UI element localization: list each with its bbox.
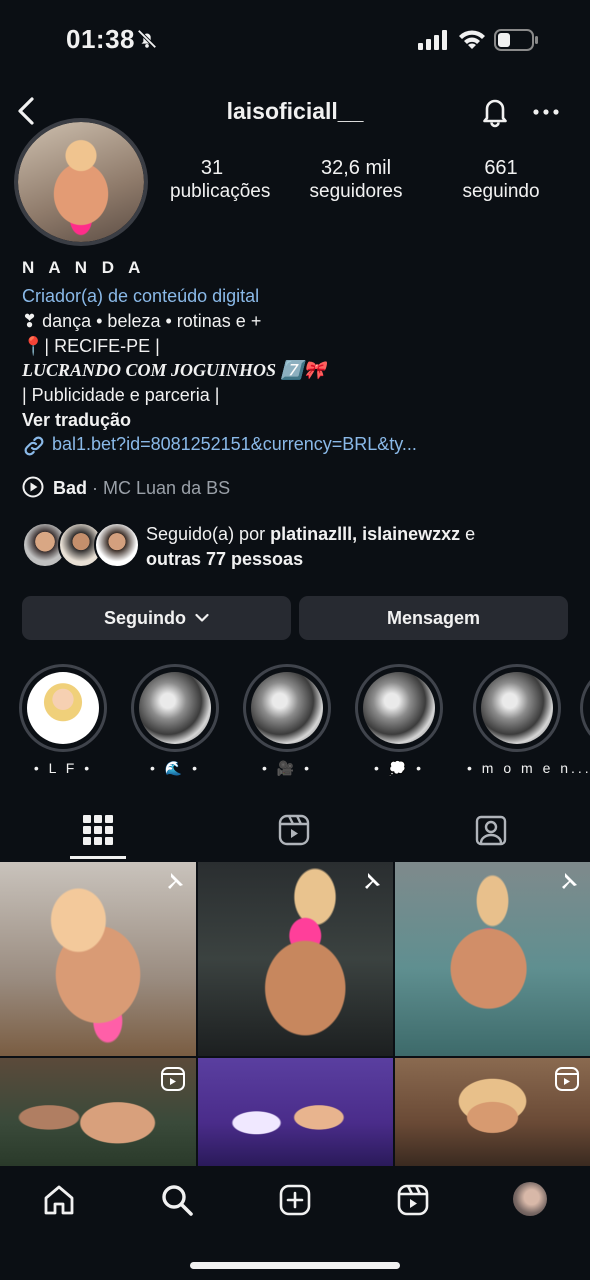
post-thumbnail[interactable]: [198, 1058, 393, 1166]
followed-by-prefix: Seguido(a) por: [146, 524, 271, 544]
reel-icon: [555, 1067, 579, 1091]
followed-by-text[interactable]: Seguido(a) por platinazlll, islainewzxz …: [146, 522, 566, 572]
stat-posts-label: publicações: [170, 181, 271, 202]
profile-music[interactable]: Bad · MC Luan da BS: [22, 476, 230, 499]
followed-by-middle: e: [460, 524, 476, 544]
cellular-signal-icon: [418, 30, 448, 55]
see-translation-link[interactable]: Ver tradução: [22, 408, 131, 432]
search-icon[interactable]: [160, 1183, 194, 1222]
pinned-icon: [168, 873, 183, 889]
profile-avatar[interactable]: [14, 118, 148, 246]
battery-icon: [494, 28, 540, 57]
reels-tab-icon[interactable]: [278, 814, 310, 851]
highlight-label: • m o m e n...: [467, 760, 590, 776]
avatar: [94, 522, 140, 568]
pinned-icon: [365, 873, 380, 889]
message-button[interactable]: Mensagem: [299, 596, 568, 640]
more-options-icon[interactable]: [532, 100, 560, 129]
chevron-down-icon: [195, 613, 209, 622]
active-tab-indicator: [70, 856, 126, 859]
highlight-item-partial[interactable]: [580, 664, 590, 752]
highlight-item[interactable]: • 🎥 •: [243, 664, 331, 777]
link-icon: [24, 436, 44, 456]
pinned-icon: [562, 873, 577, 889]
highlight-item[interactable]: • m o m e n...: [467, 664, 590, 776]
followed-by-others: outras 77 pessoas: [146, 549, 304, 569]
highlight-label: • 🌊 •: [149, 760, 200, 776]
highlight-label: • 💭 •: [373, 760, 424, 776]
notifications-bell-icon[interactable]: [478, 94, 512, 133]
create-post-icon[interactable]: [278, 1183, 312, 1222]
highlight-item[interactable]: • 🌊 •: [131, 664, 219, 777]
highlight-item[interactable]: • 💭 •: [355, 664, 443, 777]
bio-line: 📍| RECIFE-PE |: [22, 336, 160, 356]
profile-category: Criador(a) de conteúdo digital: [22, 286, 260, 306]
highlight-ring: [131, 664, 219, 752]
stat-following-label: seguindo: [462, 181, 540, 202]
profile-display-name: N A N D A: [22, 258, 146, 277]
reels-nav-icon[interactable]: [396, 1183, 430, 1222]
music-title: Bad: [53, 478, 88, 498]
reel-icon: [161, 1067, 185, 1091]
stat-posts-value: 31: [200, 157, 224, 179]
profile-avatar-nav[interactable]: [513, 1182, 547, 1216]
highlight-ring: [473, 664, 561, 752]
status-time: 01:38: [66, 24, 135, 54]
highlight-ring: [243, 664, 331, 752]
highlight-cover: [139, 672, 211, 744]
following-button-label: Seguindo: [103, 608, 186, 628]
music-artist: · MC Luan da BS: [87, 478, 231, 498]
stat-following[interactable]: 661 seguindo: [452, 156, 550, 204]
highlight-cover: [363, 672, 435, 744]
post-thumbnail[interactable]: [395, 1058, 590, 1166]
post-thumbnail[interactable]: [0, 1058, 196, 1166]
stat-followers-label: seguidores: [309, 181, 403, 202]
home-indicator: [190, 1262, 400, 1269]
bio-line: ❣ dança • beleza • rotinas e +: [22, 311, 262, 331]
stat-followers-value: 32,6 mil: [320, 157, 392, 179]
following-button[interactable]: Seguindo: [22, 596, 291, 640]
avatar-image: [18, 122, 144, 242]
play-icon: [22, 476, 44, 498]
highlight-cover: [251, 672, 323, 744]
stat-followers[interactable]: 32,6 mil seguidores: [300, 156, 412, 204]
message-button-label: Mensagem: [386, 608, 481, 628]
silent-mode-icon: [136, 28, 158, 55]
bio-line: | Publicidade e parceria |: [22, 385, 220, 405]
bio-link[interactable]: bal1.bet?id=8081252151&currency=BRL&ty..…: [22, 434, 417, 456]
highlight-cover: [27, 672, 99, 744]
highlight-ring: [355, 664, 443, 752]
post-thumbnail[interactable]: [395, 862, 590, 1056]
post-thumbnail[interactable]: [198, 862, 393, 1056]
post-thumbnail[interactable]: [0, 862, 196, 1056]
stat-posts[interactable]: 31 publicações: [170, 156, 271, 204]
wifi-icon: [458, 28, 486, 55]
highlight-label: • L F •: [33, 760, 93, 776]
home-icon[interactable]: [42, 1183, 76, 1222]
bio-link-text: bal1.bet?id=8081252151&currency=BRL&ty..…: [52, 434, 417, 454]
tagged-tab-icon[interactable]: [475, 814, 507, 851]
highlight-ring: [19, 664, 107, 752]
bio-line: LUCRANDO COM JOGUINHOS 7️⃣🎀: [22, 360, 326, 380]
highlight-item[interactable]: • L F •: [19, 664, 107, 776]
followed-by-names: platinazlll, islainewzxz: [270, 524, 461, 544]
grid-tab-icon[interactable]: [83, 815, 113, 850]
stat-following-value: 661: [484, 157, 518, 179]
highlight-ring: [580, 664, 590, 752]
highlight-cover: [481, 672, 553, 744]
highlight-label: • 🎥 •: [261, 760, 312, 776]
